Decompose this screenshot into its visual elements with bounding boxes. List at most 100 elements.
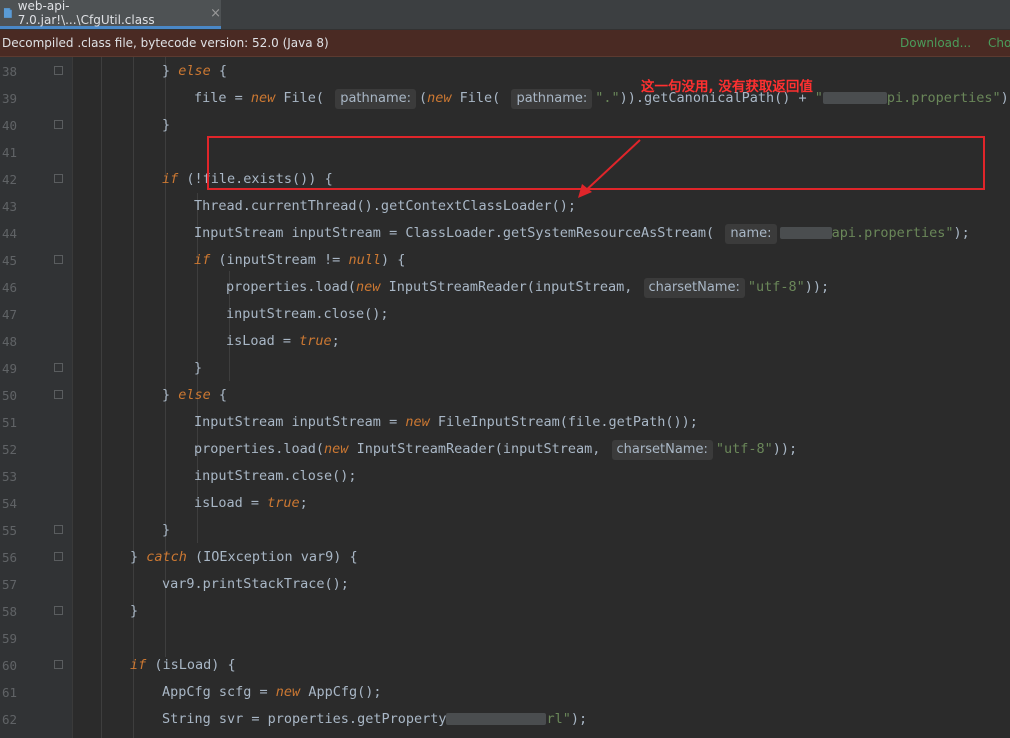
fold-marker-icon[interactable] <box>54 120 63 129</box>
class-file-icon <box>3 8 12 18</box>
code-token: isLoad = <box>194 495 268 511</box>
fold-marker-icon[interactable] <box>54 255 63 264</box>
line-number: 62 <box>2 712 18 727</box>
code-line[interactable]: 43 Thread.currentThread().getContextClass… <box>0 193 1010 220</box>
fold-marker-icon[interactable] <box>54 390 63 399</box>
code-token: InputStream inputStream = ClassLoader.ge… <box>194 225 723 241</box>
code-token: String svr = properties.getProperty <box>162 711 447 727</box>
code-line[interactable]: 49} <box>0 355 1010 382</box>
keyword: new <box>356 279 381 295</box>
code-text: InputStream inputStream = new FileInputS… <box>194 409 698 436</box>
code-text: } <box>162 112 170 139</box>
fold-marker-icon[interactable] <box>54 660 63 669</box>
code-token: FileInputStream(file.getPath()); <box>429 414 698 430</box>
code-token: )); <box>772 441 798 457</box>
code-text: properties.load(new InputStreamReader(in… <box>226 274 829 301</box>
code-text: inputStream.close(); <box>194 463 357 490</box>
code-text: inputStream.close(); <box>226 301 389 328</box>
code-token: } <box>194 360 203 376</box>
code-text: isLoad = true; <box>226 328 340 355</box>
code-text: } <box>194 355 202 382</box>
line-number: 42 <box>2 172 18 187</box>
code-token: isLoad = <box>226 333 300 349</box>
code-line[interactable]: 59 <box>0 625 1010 652</box>
code-token: ); <box>570 711 588 727</box>
code-line[interactable]: 39 file = new File( pathname: (new File( p… <box>0 85 1010 112</box>
redacted-text <box>779 227 832 239</box>
keyword: else <box>178 387 211 403</box>
code-line[interactable]: 45 if (inputStream != null) { <box>0 247 1010 274</box>
code-token: Thread.currentThread().getContextClassLo… <box>194 198 577 214</box>
keyword: if <box>130 657 147 673</box>
code-line[interactable]: 52 properties.load(new InputStreamReader(… <box>0 436 1010 463</box>
line-number: 43 <box>2 199 18 214</box>
download-sources-link[interactable]: Download... <box>900 36 971 50</box>
code-token: { <box>210 63 228 79</box>
code-line[interactable]: 44 InputStream inputStream = ClassLoader.… <box>0 220 1010 247</box>
choose-sources-link[interactable]: Cho <box>988 36 1010 50</box>
string-literal: "utf-8" <box>715 441 773 457</box>
code-token: inputStream.close(); <box>194 468 357 484</box>
fold-marker-icon[interactable] <box>54 174 63 183</box>
line-number: 45 <box>2 253 18 268</box>
fold-marker-icon[interactable] <box>54 552 63 561</box>
decompiled-notice-banner: Decompiled .class file, bytecode version… <box>0 30 1010 57</box>
code-line[interactable]: 61 AppCfg scfg = new AppCfg(); <box>0 679 1010 706</box>
code-line[interactable]: 51 InputStream inputStream = new FileInpu… <box>0 409 1010 436</box>
code-token: ; <box>299 495 308 511</box>
banner-message: Decompiled .class file, bytecode version… <box>2 36 329 50</box>
code-line[interactable]: 60 if (isLoad) { <box>0 652 1010 679</box>
code-line[interactable]: 38} else { <box>0 58 1010 85</box>
code-text: properties.load(new InputStreamReader(in… <box>194 436 797 463</box>
code-line[interactable]: 54 isLoad = true; <box>0 490 1010 517</box>
keyword: if <box>194 252 211 268</box>
fold-marker-icon[interactable] <box>54 606 63 615</box>
code-line[interactable]: 57 var9.printStackTrace(); <box>0 571 1010 598</box>
parameter-hint: pathname: <box>335 89 417 109</box>
keyword: catch <box>146 549 187 565</box>
line-number: 48 <box>2 334 18 349</box>
line-number: 61 <box>2 685 18 700</box>
line-number: 41 <box>2 145 18 160</box>
code-token: File( <box>275 90 333 106</box>
string-literal: pi.properties" <box>886 90 1001 106</box>
line-number: 44 <box>2 226 18 241</box>
code-token: ); <box>1000 90 1010 106</box>
code-token: } <box>162 63 179 79</box>
keyword: new <box>405 414 430 430</box>
code-line[interactable]: 55} <box>0 517 1010 544</box>
tab-cfgutil-class[interactable]: web-api-7.0.jar!\...\CfgUtil.class × <box>0 0 221 29</box>
code-line[interactable]: 46 properties.load(new InputStreamReader(… <box>0 274 1010 301</box>
code-token: } <box>162 387 179 403</box>
keyword: new <box>250 90 276 106</box>
line-number: 38 <box>2 64 18 79</box>
code-line[interactable]: 56} catch (IOException var9) { <box>0 544 1010 571</box>
line-number: 60 <box>2 658 18 673</box>
code-line[interactable]: 62 String svr = properties.getProperty rl"… <box>0 706 1010 733</box>
fold-marker-icon[interactable] <box>54 525 63 534</box>
line-number: 39 <box>2 91 18 106</box>
close-tab-icon[interactable]: × <box>210 6 221 21</box>
code-token: File( <box>451 90 509 106</box>
code-token: ); <box>953 225 970 241</box>
code-line[interactable]: 48 isLoad = true; <box>0 328 1010 355</box>
line-number: 52 <box>2 442 18 457</box>
code-line[interactable]: 50} else { <box>0 382 1010 409</box>
fold-marker-icon[interactable] <box>54 66 63 75</box>
line-number: 46 <box>2 280 18 295</box>
keyword: if <box>162 171 179 187</box>
keyword: new <box>324 441 349 457</box>
line-number: 51 <box>2 415 18 430</box>
code-text: } <box>130 598 138 625</box>
code-line[interactable]: 58} <box>0 598 1010 625</box>
annotation-arrow-icon <box>578 139 641 198</box>
fold-marker-icon[interactable] <box>54 363 63 372</box>
code-token: inputStream.close(); <box>226 306 389 322</box>
code-line[interactable]: 53 inputStream.close(); <box>0 463 1010 490</box>
code-token: AppCfg scfg = <box>162 684 276 700</box>
redacted-text <box>446 713 547 725</box>
string-literal: " <box>814 90 823 106</box>
code-token: } <box>162 522 171 538</box>
code-line[interactable]: 40} <box>0 112 1010 139</box>
code-line[interactable]: 47 inputStream.close(); <box>0 301 1010 328</box>
